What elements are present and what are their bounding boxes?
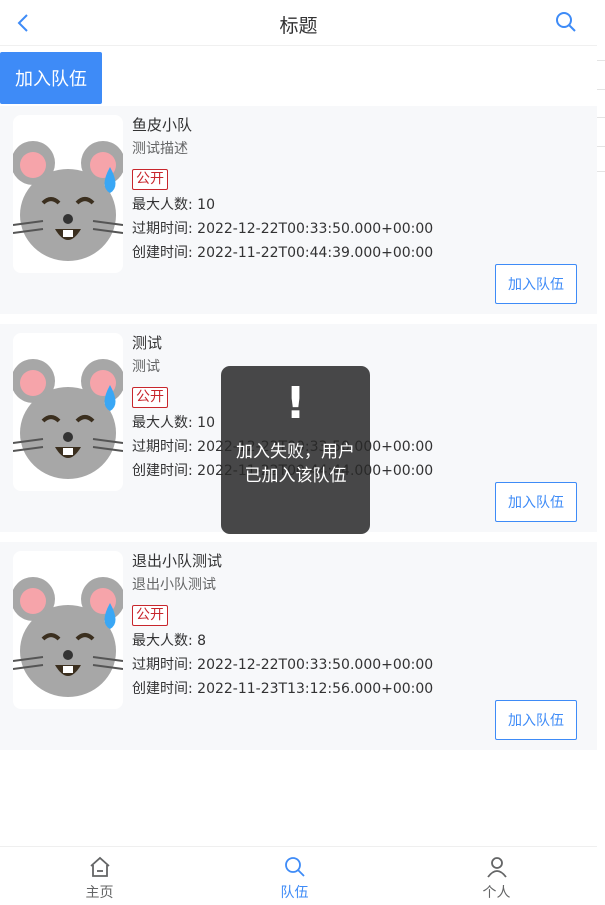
status-badge: 公开 <box>132 169 168 190</box>
tab-home[interactable]: 主页 <box>0 847 199 905</box>
join-team-button[interactable]: 加入队伍 <box>495 482 577 522</box>
create-time: 创建时间: 2022-11-22T00:44:39.000+00:00 <box>132 245 434 261</box>
team-description: 测试 <box>132 359 160 375</box>
team-avatar <box>13 551 123 709</box>
edge-divider <box>597 171 605 172</box>
nav-bar: 标题 <box>0 0 597 46</box>
tab-label: 个人 <box>482 885 511 901</box>
team-card: 鱼皮小队 测试描述 公开 最大人数: 10 过期时间: 2022-12-22T0… <box>0 106 597 314</box>
app-root: 标题 加入队伍 鱼皮小队 测试描述 公开 最大人数: 10 过期时间: 2022… <box>0 0 605 905</box>
join-team-button[interactable]: 加入队伍 <box>0 52 102 104</box>
team-description: 测试描述 <box>132 141 188 157</box>
tab-label: 队伍 <box>280 885 309 901</box>
search-icon[interactable] <box>554 10 578 34</box>
max-members: 最大人数: 10 <box>132 415 215 431</box>
team-name: 测试 <box>132 334 163 352</box>
join-team-button[interactable]: 加入队伍 <box>495 700 577 740</box>
status-badge: 公开 <box>132 387 168 408</box>
edge-divider <box>597 117 605 118</box>
mouse-face-icon <box>13 359 123 479</box>
home-icon <box>90 856 110 877</box>
tab-team[interactable]: 队伍 <box>195 847 394 905</box>
team-description: 退出小队测试 <box>132 577 216 593</box>
toast-message: 加入失败，用户已加入该队伍 <box>236 442 355 486</box>
team-avatar <box>13 333 123 491</box>
mouse-face-icon <box>13 141 123 261</box>
tab-label: 主页 <box>85 885 114 901</box>
tab-profile[interactable]: 个人 <box>397 847 596 905</box>
team-avatar <box>13 115 123 273</box>
search-icon <box>285 857 305 877</box>
mouse-face-icon <box>13 577 123 697</box>
team-name: 退出小队测试 <box>132 552 223 570</box>
warning-icon: ! <box>285 378 306 429</box>
create-time: 创建时间: 2022-11-23T13:12:56.000+00:00 <box>132 681 434 697</box>
max-members: 最大人数: 10 <box>132 197 215 213</box>
max-members: 最大人数: 8 <box>132 633 207 649</box>
user-icon <box>487 857 507 878</box>
edge-divider <box>597 146 605 147</box>
edge-divider <box>597 60 605 61</box>
status-badge: 公开 <box>132 605 168 626</box>
expire-time: 过期时间: 2022-12-22T00:33:50.000+00:00 <box>132 221 434 237</box>
team-card: 退出小队测试 退出小队测试 公开 最大人数: 8 过期时间: 2022-12-2… <box>0 542 597 750</box>
edge-divider <box>597 89 605 90</box>
expire-time: 过期时间: 2022-12-22T00:33:50.000+00:00 <box>132 657 434 673</box>
page-title: 标题 <box>279 15 318 37</box>
join-team-button[interactable]: 加入队伍 <box>495 264 577 304</box>
team-name: 鱼皮小队 <box>132 116 193 134</box>
error-toast: ! 加入失败，用户已加入该队伍 <box>221 366 370 534</box>
bottom-tab-bar: 主页 队伍 个人 <box>0 846 597 905</box>
